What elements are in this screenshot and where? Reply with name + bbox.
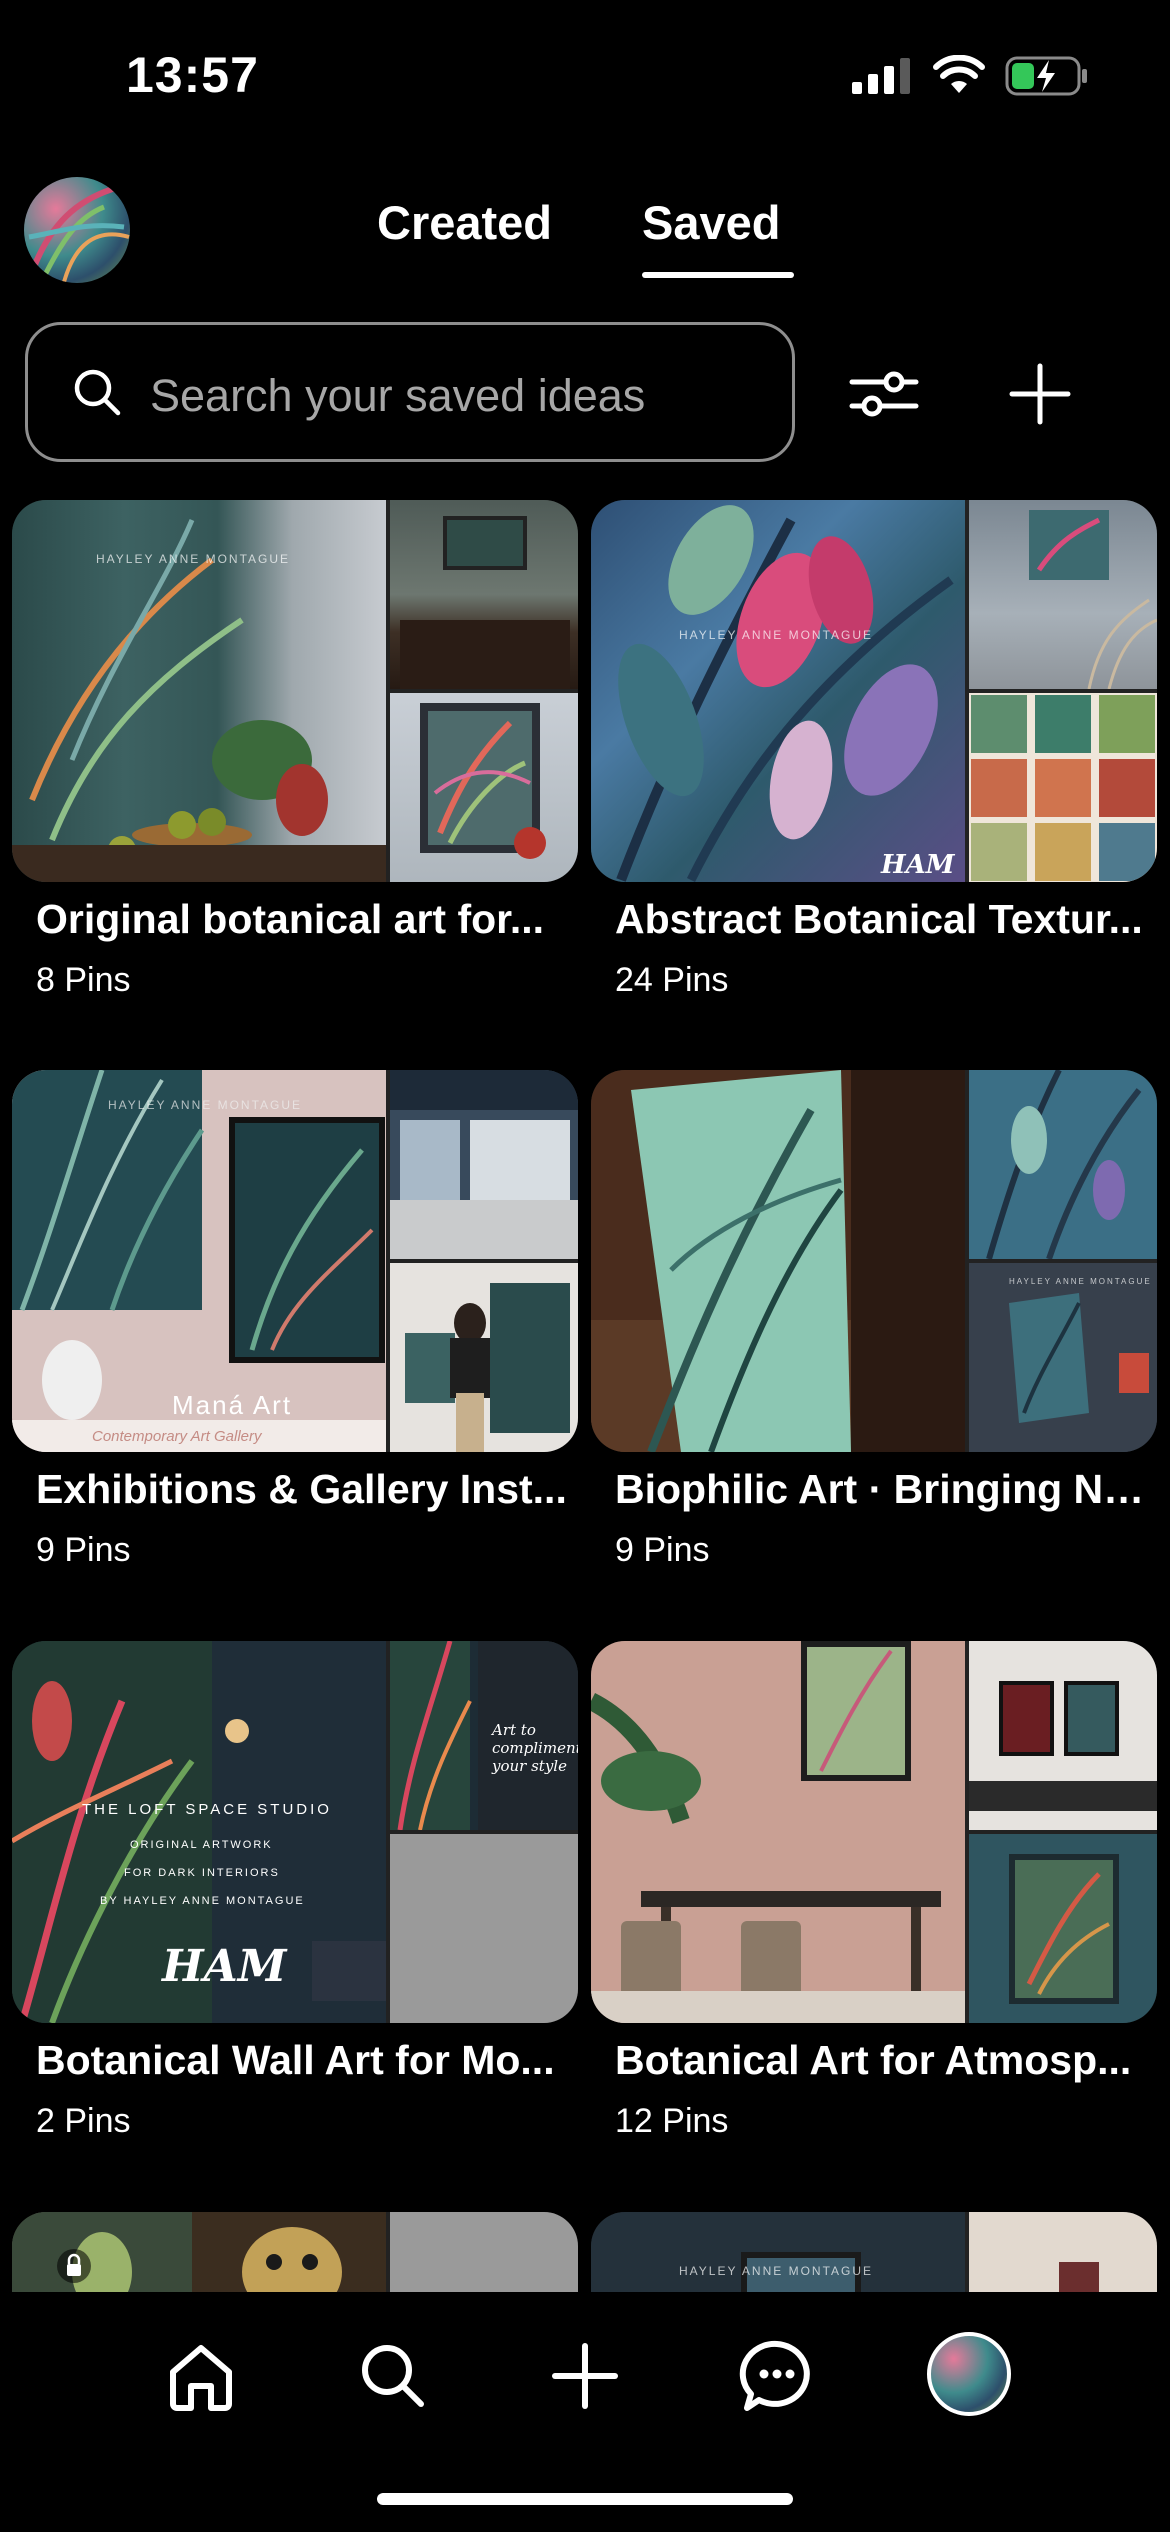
loft-title: THE LOFT SPACE STUDIO (82, 1801, 332, 1818)
cover-image-main (12, 2212, 386, 2292)
cover-watermark: HAYLEY ANNE MONTAGUE (679, 628, 874, 642)
cellular-signal-icon (852, 58, 910, 94)
cover-image-secondary (969, 1641, 1157, 1830)
board-pin-count: 9 Pins (36, 1531, 131, 1569)
board-card[interactable]: HAYLEY ANNE MONTAGUE Biophilic Art · Bri… (591, 1070, 1157, 1570)
board-cover[interactable] (591, 1641, 1157, 2023)
tab-created[interactable]: Created (377, 195, 552, 250)
board-cover[interactable]: HAYLEY ANNE MONTAGUE (591, 2212, 1157, 2292)
cover-image-tertiary (390, 1834, 578, 2023)
search-input[interactable] (148, 355, 772, 437)
search-icon (74, 369, 121, 416)
cover-image-main (591, 1070, 965, 1452)
wifi-icon (933, 55, 985, 93)
cover-image-tertiary (969, 1834, 1157, 2023)
board-title: Exhibitions & Gallery Inst... (36, 1466, 567, 1512)
board-title: Original botanical art for... (36, 896, 545, 942)
board-cover[interactable]: HAYLEY ANNE MONTAGUE HAM (591, 500, 1157, 882)
cover-image-secondary (969, 500, 1157, 690)
cover-image-main: HAYLEY ANNE MONTAGUE HAM (591, 500, 965, 882)
search-icon[interactable] (353, 2336, 433, 2416)
loft-line: ORIGINAL ARTWORK (130, 1839, 273, 1851)
board-card[interactable]: HAYLEY ANNE MONTAGUE (591, 2212, 1157, 2292)
cover-image-tertiary: HAYLEY ANNE MONTAGUE (969, 1263, 1157, 1452)
board-cover[interactable]: HAYLEY ANNE MONTAGUE (591, 1070, 1157, 1452)
board-pin-count: 8 Pins (36, 961, 131, 999)
board-title: Biophilic Art · Bringing Na... (615, 1466, 1155, 1512)
home-icon[interactable] (161, 2336, 241, 2416)
filter-icon[interactable] (844, 354, 924, 434)
cover-watermark: HAYLEY ANNE MONTAGUE (679, 2264, 874, 2278)
board-title: Abstract Botanical Textur... (615, 896, 1143, 942)
cover-image-tertiary (969, 693, 1157, 882)
cover-image-tertiary (390, 1263, 578, 1452)
board-pin-count: 2 Pins (36, 2102, 131, 2140)
board-title: Botanical Wall Art for Mo... (36, 2037, 555, 2083)
cover-image-main: HAYLEY ANNE MONTAGUE Maná Art Contempora… (12, 1070, 386, 1452)
board-card[interactable]: THE LOFT SPACE STUDIO ORIGINAL ARTWORK F… (12, 1641, 578, 2141)
active-tab-indicator (642, 272, 794, 278)
board-pin-count: 12 Pins (615, 2102, 729, 2140)
board-title: Botanical Art for Atmosp... (615, 2037, 1132, 2083)
cover-watermark: HAYLEY ANNE MONTAGUE (96, 552, 291, 566)
cover-image-tertiary (390, 693, 578, 882)
board-card[interactable]: HAYLEY ANNE MONTAGUE Original botanical … (12, 500, 578, 1000)
cover-logo: HAM (162, 1941, 287, 1992)
status-bar: 13:57 (0, 0, 1170, 150)
board-card[interactable]: Botanical Art for Atmosp... 12 Pins (591, 1641, 1157, 2141)
profile-avatar[interactable] (927, 2332, 1011, 2416)
cover-watermark: HAYLEY ANNE MONTAGUE (1009, 1277, 1152, 1286)
profile-tabs: Created Saved (0, 195, 1170, 285)
add-icon[interactable] (1000, 354, 1080, 434)
board-card[interactable]: HAYLEY ANNE MONTAGUE Maná Art Contempora… (12, 1070, 578, 1570)
loft-line: BY HAYLEY ANNE MONTAGUE (100, 1895, 305, 1907)
cover-caption: Art to compliment your style (492, 1721, 578, 1775)
battery-charging-icon (1005, 56, 1087, 96)
cover-image-main (591, 1641, 965, 2023)
status-time: 13:57 (126, 47, 259, 103)
cover-image-secondary (390, 2212, 578, 2292)
plus-icon[interactable] (545, 2336, 625, 2416)
home-indicator (377, 2493, 793, 2505)
cover-image-secondary: Art to compliment your style (390, 1641, 578, 1831)
cover-watermark: HAYLEY ANNE MONTAGUE (108, 1098, 303, 1112)
board-pin-count: 9 Pins (615, 1531, 710, 1569)
cover-image-secondary (969, 1070, 1157, 1260)
cover-image-secondary (969, 2212, 1157, 2292)
lock-icon (57, 2249, 91, 2283)
board-card[interactable]: HAYLEY ANNE MONTAGUE HAM Abstract Botani… (591, 500, 1157, 1000)
board-pin-count: 24 Pins (615, 961, 729, 999)
board-cover[interactable]: HAYLEY ANNE MONTAGUE Maná Art Contempora… (12, 1070, 578, 1452)
cover-image-secondary (390, 500, 578, 689)
gallery-subtitle: Contemporary Art Gallery (92, 1428, 262, 1445)
cover-image-main: HAYLEY ANNE MONTAGUE (591, 2212, 965, 2292)
messages-icon[interactable] (737, 2336, 817, 2416)
cover-image-main: THE LOFT SPACE STUDIO ORIGINAL ARTWORK F… (12, 1641, 386, 2023)
board-card[interactable] (12, 2212, 578, 2292)
tab-saved[interactable]: Saved (642, 195, 780, 250)
gallery-sign: Maná Art (172, 1390, 293, 1420)
board-cover[interactable]: HAYLEY ANNE MONTAGUE (12, 500, 578, 882)
board-cover[interactable] (12, 2212, 578, 2292)
search-box[interactable] (25, 322, 795, 462)
cover-image-secondary (390, 1070, 578, 1259)
board-cover[interactable]: THE LOFT SPACE STUDIO ORIGINAL ARTWORK F… (12, 1641, 578, 2023)
cover-logo: HAM (881, 850, 955, 880)
loft-line: FOR DARK INTERIORS (124, 1867, 280, 1879)
cover-image-main: HAYLEY ANNE MONTAGUE (12, 500, 386, 882)
